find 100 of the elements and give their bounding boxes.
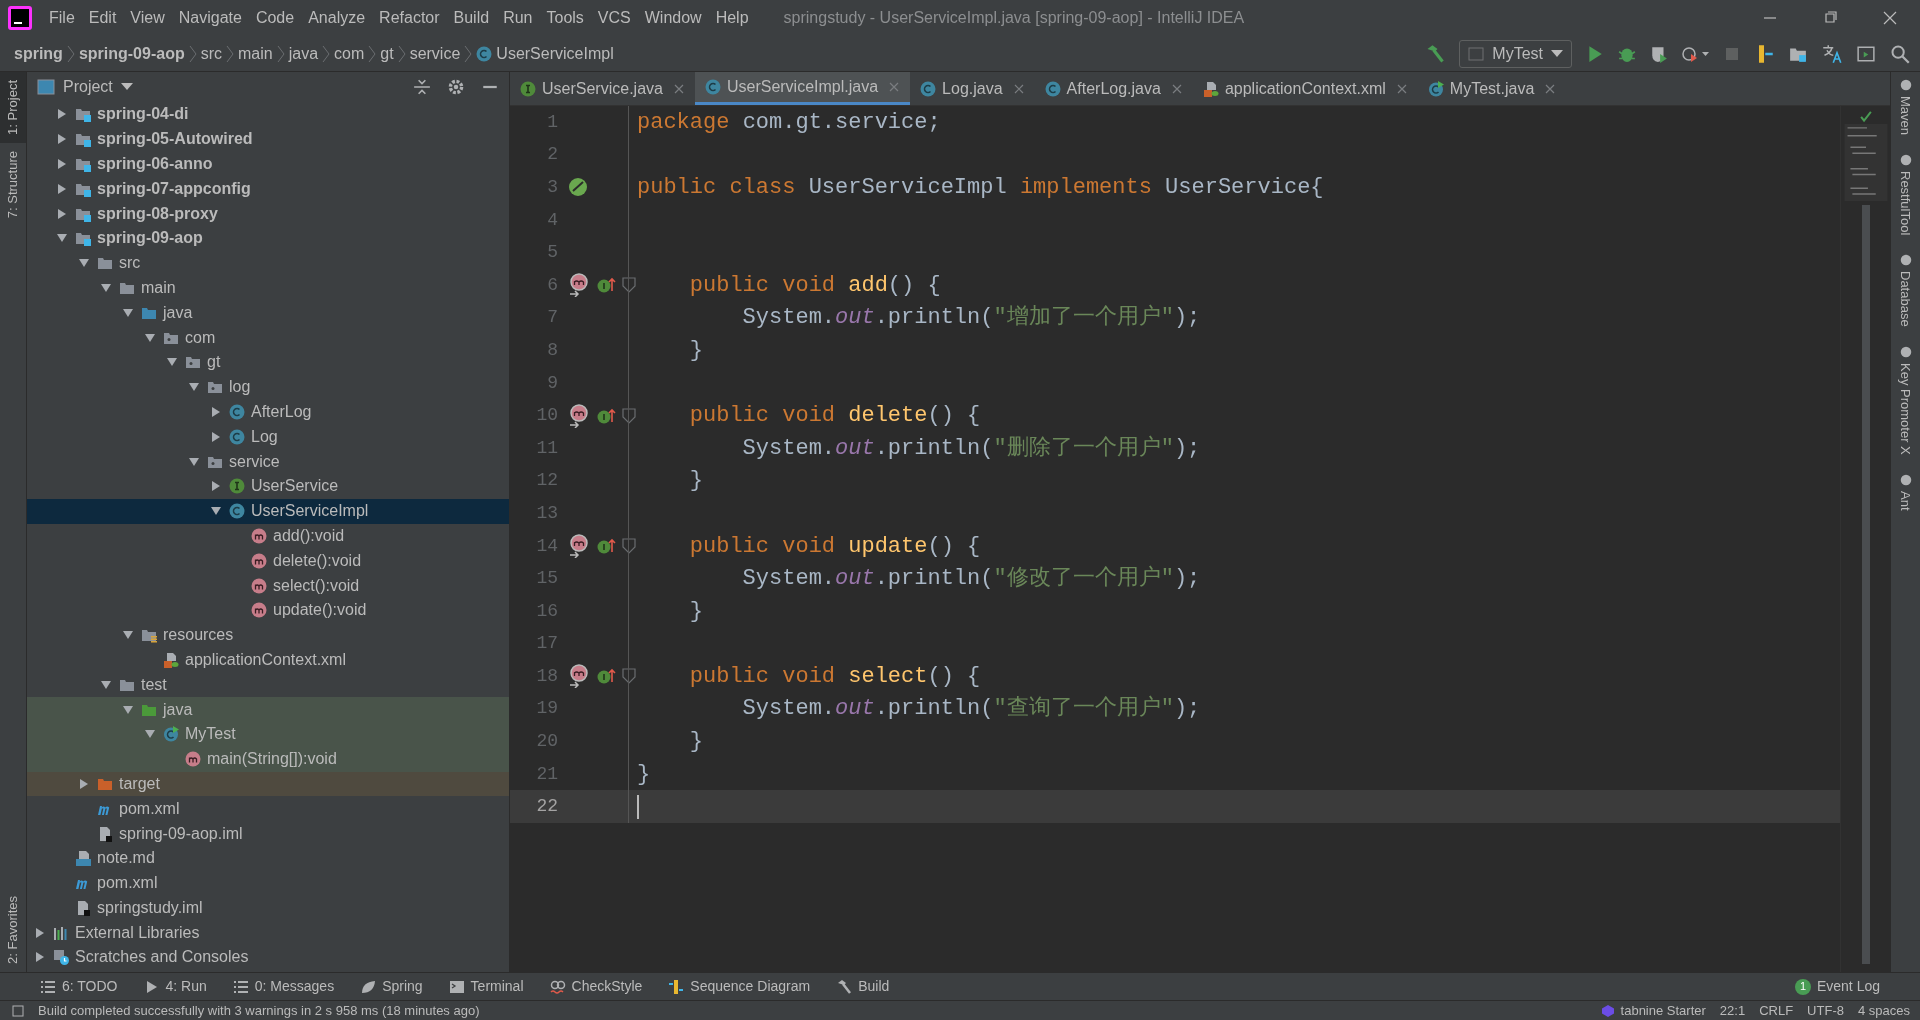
panel-title[interactable]: Project bbox=[63, 75, 113, 99]
plugin-status[interactable]: tabnine Starter bbox=[1620, 1000, 1706, 1020]
tool-window-button[interactable]: 0: Messages bbox=[232, 976, 335, 997]
tree-row[interactable]: spring-09-aop bbox=[27, 226, 509, 251]
tool-window-button[interactable]: CheckStyle bbox=[549, 976, 643, 997]
menu-item[interactable]: View bbox=[123, 6, 172, 30]
status-item[interactable]: 4 spaces bbox=[1857, 1000, 1910, 1020]
tool-window-tab[interactable]: Key Promoter X bbox=[1895, 363, 1916, 455]
tree-row[interactable]: java bbox=[27, 697, 509, 722]
tree-row[interactable]: target bbox=[27, 771, 509, 797]
collapsed-arrow-icon[interactable] bbox=[211, 431, 221, 442]
tree-row[interactable]: spring-08-proxy bbox=[27, 201, 509, 226]
menu-item[interactable]: Window bbox=[637, 6, 709, 30]
tree-row[interactable]: add():void bbox=[27, 523, 509, 549]
menu-item[interactable]: Run bbox=[496, 6, 540, 30]
breadcrumb[interactable]: spring bbox=[14, 41, 63, 66]
tree-row[interactable]: com bbox=[27, 325, 509, 350]
expanded-arrow-icon[interactable] bbox=[123, 704, 133, 715]
tree-row[interactable]: select():void bbox=[27, 573, 509, 598]
tree-row[interactable]: MyTest bbox=[27, 721, 509, 747]
close-icon[interactable] bbox=[1012, 82, 1025, 95]
tree-row[interactable]: gt bbox=[27, 349, 509, 375]
tree-row[interactable]: java bbox=[27, 300, 509, 326]
fold-icon[interactable] bbox=[622, 538, 636, 554]
tree-row[interactable]: UserService bbox=[27, 473, 509, 499]
tree-row[interactable]: spring-05-Autowired bbox=[27, 126, 509, 152]
tree-row[interactable]: AfterLog bbox=[27, 399, 509, 425]
expanded-arrow-icon[interactable] bbox=[57, 233, 67, 244]
tool-window-button[interactable]: Spring bbox=[360, 976, 423, 997]
close-icon[interactable] bbox=[672, 82, 685, 95]
tool-window-tab[interactable]: 2: Favorites bbox=[0, 888, 26, 972]
tree-row[interactable]: Scratches and Consoles bbox=[27, 945, 509, 970]
close-icon[interactable] bbox=[1544, 82, 1557, 95]
expanded-arrow-icon[interactable] bbox=[211, 506, 221, 517]
breadcrumb[interactable]: UserServiceImpl bbox=[496, 41, 614, 66]
expanded-arrow-icon[interactable] bbox=[79, 258, 89, 269]
translate-icon[interactable] bbox=[1822, 43, 1842, 64]
tree-row[interactable]: spring-09-aop.iml bbox=[27, 821, 509, 846]
menu-item[interactable]: File bbox=[42, 6, 82, 30]
tree-row[interactable]: spring-07-appconfig bbox=[27, 176, 509, 202]
editor-tab[interactable]: applicationContext.xml bbox=[1192, 72, 1418, 105]
collapsed-arrow-icon[interactable] bbox=[57, 183, 67, 194]
tree-row[interactable]: log bbox=[27, 374, 509, 400]
tree-row[interactable]: resources bbox=[27, 622, 509, 648]
tree-row[interactable]: note.md bbox=[27, 845, 509, 871]
expanded-arrow-icon[interactable] bbox=[189, 456, 199, 467]
hammer-icon[interactable] bbox=[1425, 43, 1446, 64]
collapsed-arrow-icon[interactable] bbox=[35, 927, 45, 938]
tool-window-button[interactable]: 4: Run bbox=[143, 976, 207, 997]
collapsed-arrow-icon[interactable] bbox=[35, 952, 45, 963]
tool-window-tab[interactable]: 1: Project bbox=[0, 72, 26, 143]
tree-row[interactable]: applicationContext.xml bbox=[27, 647, 509, 673]
tree-row[interactable]: main(String[]):void bbox=[27, 746, 509, 772]
expanded-arrow-icon[interactable] bbox=[123, 307, 133, 318]
close-icon[interactable] bbox=[1395, 82, 1408, 95]
expanded-arrow-icon[interactable] bbox=[101, 679, 111, 690]
editor-tab[interactable]: UserService.java bbox=[510, 72, 695, 105]
collapsed-arrow-icon[interactable] bbox=[57, 159, 67, 169]
tree-row[interactable]: service bbox=[27, 449, 509, 474]
menu-item[interactable]: VCS bbox=[590, 6, 638, 30]
status-item[interactable]: CRLF bbox=[1759, 1000, 1794, 1020]
expanded-arrow-icon[interactable] bbox=[145, 332, 155, 343]
editor-tab[interactable]: MyTest.java bbox=[1417, 72, 1567, 105]
fold-icon[interactable] bbox=[622, 277, 636, 294]
collapse-all-icon[interactable] bbox=[413, 78, 431, 96]
tree-row[interactable]: update():void bbox=[27, 597, 509, 623]
collapsed-arrow-icon[interactable] bbox=[211, 406, 221, 417]
coverage-icon[interactable] bbox=[1650, 44, 1668, 63]
menu-item[interactable]: Edit bbox=[81, 6, 124, 30]
breadcrumb[interactable]: java bbox=[288, 41, 319, 66]
settings-icon[interactable] bbox=[447, 78, 465, 96]
tree-row[interactable]: spring-06-anno bbox=[27, 151, 509, 177]
breadcrumb[interactable]: service bbox=[409, 41, 461, 66]
menu-item[interactable]: Refactor bbox=[372, 6, 447, 30]
collapsed-arrow-icon[interactable] bbox=[57, 134, 67, 145]
presentation-icon[interactable] bbox=[1856, 44, 1876, 63]
tool-window-button[interactable]: Build bbox=[836, 976, 890, 997]
tool-window-button[interactable]: Sequence Diagram bbox=[668, 976, 811, 997]
status-item[interactable]: 22:1 bbox=[1719, 1000, 1746, 1020]
run-configuration-dropdown[interactable]: MyTest bbox=[1459, 39, 1572, 68]
collapsed-arrow-icon[interactable] bbox=[79, 778, 89, 789]
tree-row[interactable]: src bbox=[27, 250, 509, 276]
tree-row[interactable]: pom.xml bbox=[27, 870, 509, 896]
collapsed-arrow-icon[interactable] bbox=[57, 208, 67, 219]
editor-tab[interactable]: Log.java bbox=[910, 72, 1035, 105]
breadcrumb[interactable]: src bbox=[200, 41, 222, 66]
tree-row[interactable]: test bbox=[27, 672, 509, 698]
menu-item[interactable]: Navigate bbox=[171, 6, 249, 30]
status-item[interactable]: UTF-8 bbox=[1807, 1000, 1844, 1020]
tree-row[interactable]: External Libraries bbox=[27, 920, 509, 946]
expanded-arrow-icon[interactable] bbox=[167, 357, 177, 368]
breadcrumb[interactable]: com bbox=[334, 41, 365, 66]
tool-window-tab[interactable]: 7: Structure bbox=[0, 142, 26, 227]
tool-window-tab[interactable]: Maven bbox=[1895, 96, 1916, 136]
tool-window-tab[interactable]: RestfulTool bbox=[1895, 171, 1916, 236]
menu-item[interactable]: Help bbox=[708, 6, 756, 30]
breadcrumb[interactable]: spring-09-aop bbox=[78, 41, 185, 66]
collapsed-arrow-icon[interactable] bbox=[57, 109, 67, 120]
tree-row[interactable]: delete():void bbox=[27, 548, 509, 574]
tool-window-tab[interactable]: Database bbox=[1895, 271, 1916, 327]
